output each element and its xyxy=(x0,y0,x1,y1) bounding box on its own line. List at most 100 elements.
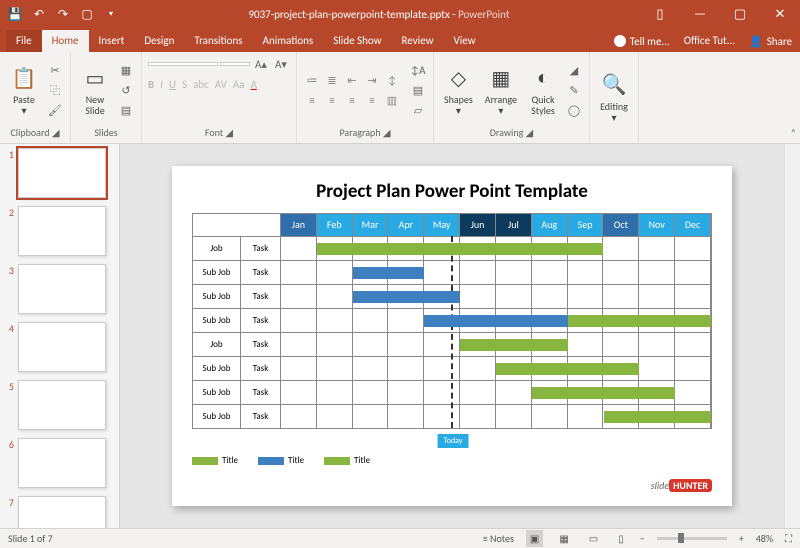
gantt-row: JobTask xyxy=(193,332,711,356)
spacing-button[interactable]: AV xyxy=(215,78,227,91)
reset-icon[interactable]: ↺ xyxy=(117,82,135,98)
arrange-button[interactable]: ▦ Arrange▾ xyxy=(481,62,521,118)
start-slideshow-icon[interactable]: ▢ xyxy=(80,7,94,21)
shadow-button[interactable]: abc xyxy=(193,78,209,91)
fit-window-icon[interactable]: ⛶ xyxy=(785,532,792,545)
cut-icon[interactable]: ✂ xyxy=(46,62,64,78)
font-color-button[interactable]: A xyxy=(251,78,257,91)
slide-thumbnail[interactable] xyxy=(18,148,106,198)
shape-effects-icon[interactable]: ◯ xyxy=(565,102,583,118)
brand-watermark: slideHUNTER xyxy=(651,479,712,492)
shape-outline-icon[interactable]: ✎ xyxy=(565,82,583,98)
month-header: Aug xyxy=(532,214,568,236)
gantt-bar xyxy=(496,363,639,375)
align-right-icon[interactable]: ≡ xyxy=(343,91,361,109)
indent-dec-icon[interactable]: ⇤ xyxy=(343,71,361,89)
thumb-number: 3 xyxy=(2,264,14,277)
qat-customize-icon[interactable]: ▾ xyxy=(104,7,118,21)
numbering-icon[interactable]: ≣ xyxy=(323,71,341,89)
tab-animations[interactable]: Animations xyxy=(253,30,324,52)
slide-thumbnail[interactable] xyxy=(18,380,106,430)
tell-me[interactable]: Tell me... xyxy=(614,35,670,48)
slide-thumbnail[interactable] xyxy=(18,496,106,528)
tab-review[interactable]: Review xyxy=(392,30,444,52)
shapes-button[interactable]: ◇ Shapes▾ xyxy=(440,62,477,118)
justify-icon[interactable]: ≡ xyxy=(363,91,381,109)
gantt-chart: JanFebMarAprMayJunJulAugSepOctNovDec Tod… xyxy=(192,213,712,429)
tab-design[interactable]: Design xyxy=(134,30,184,52)
slide-thumbnail[interactable] xyxy=(18,206,106,256)
zoom-level[interactable]: 48% xyxy=(756,532,773,545)
tab-file[interactable]: File xyxy=(6,30,42,52)
tab-insert[interactable]: Insert xyxy=(89,30,135,52)
font-family-select[interactable] xyxy=(148,62,218,66)
zoom-out-icon[interactable]: − xyxy=(640,532,645,545)
window-unknown-icon[interactable]: ▯ xyxy=(640,0,680,28)
slide-thumbnail[interactable] xyxy=(18,438,106,488)
paste-button[interactable]: 📋 Paste▾ xyxy=(6,62,42,118)
gantt-bar xyxy=(460,339,568,351)
bold-button[interactable]: B xyxy=(148,78,154,91)
underline-button[interactable]: U xyxy=(169,78,176,91)
decrease-font-icon[interactable]: A▾ xyxy=(272,56,290,72)
month-header: Dec xyxy=(675,214,711,236)
tab-slideshow[interactable]: Slide Show xyxy=(323,30,391,52)
slideshow-view-icon[interactable]: ▯ xyxy=(614,530,628,547)
tab-home[interactable]: Home xyxy=(42,30,89,52)
bullets-icon[interactable]: ≔ xyxy=(303,71,321,89)
copy-icon[interactable]: ⿻ xyxy=(46,82,64,98)
gantt-bar xyxy=(604,411,712,423)
case-button[interactable]: Aa xyxy=(233,78,245,91)
undo-icon[interactable]: ↶ xyxy=(32,7,46,21)
month-header: Oct xyxy=(603,214,639,236)
gantt-bar xyxy=(353,291,461,303)
slide-thumbnails: 1234567 xyxy=(0,144,120,528)
maximize-icon[interactable]: ▢ xyxy=(720,0,760,28)
font-size-select[interactable] xyxy=(220,62,250,66)
shape-fill-icon[interactable]: ◢ xyxy=(565,62,583,78)
text-direction-icon[interactable]: ↕A xyxy=(409,62,427,78)
notes-button[interactable]: ≡ Notes xyxy=(483,532,514,545)
new-slide-button[interactable]: ▭ New Slide xyxy=(77,62,113,118)
editing-button[interactable]: 🔍 Editing▾ xyxy=(596,69,632,125)
indent-inc-icon[interactable]: ⇥ xyxy=(363,71,381,89)
sorter-view-icon[interactable]: ▦ xyxy=(555,530,572,547)
line-spacing-icon[interactable]: ↕ xyxy=(383,71,401,89)
slide-thumbnail[interactable] xyxy=(18,264,106,314)
tab-transitions[interactable]: Transitions xyxy=(184,30,252,52)
window-title: 9037-project-plan-powerpoint-template.pp… xyxy=(118,8,640,21)
align-left-icon[interactable]: ≡ xyxy=(303,91,321,109)
slide-canvas[interactable]: Project Plan Power Point Template JanFeb… xyxy=(172,166,732,506)
tab-view[interactable]: View xyxy=(444,30,486,52)
strike-button[interactable]: S xyxy=(182,78,187,91)
smartart-icon[interactable]: ▱ xyxy=(409,102,427,118)
redo-icon[interactable]: ↷ xyxy=(56,7,70,21)
section-icon[interactable]: ▤ xyxy=(117,102,135,118)
thumb-number: 2 xyxy=(2,206,14,219)
vertical-scrollbar[interactable] xyxy=(784,144,800,528)
shapes-icon: ◇ xyxy=(444,64,472,92)
minimize-icon[interactable]: — xyxy=(680,0,720,28)
columns-icon[interactable]: ▥ xyxy=(383,91,401,109)
align-text-icon[interactable]: ▤ xyxy=(409,82,427,98)
layout-icon[interactable]: ▦ xyxy=(117,62,135,78)
italic-button[interactable]: I xyxy=(160,78,163,91)
quick-styles-button[interactable]: ◐ Quick Styles xyxy=(525,62,561,118)
save-icon[interactable]: 💾 xyxy=(8,7,22,21)
collapse-ribbon-icon[interactable]: ˄ xyxy=(791,126,796,139)
share-button[interactable]: 👤Share xyxy=(749,35,792,48)
normal-view-icon[interactable]: ▣ xyxy=(526,530,543,547)
slide-thumbnail[interactable] xyxy=(18,322,106,372)
office-addin[interactable]: Office Tut... xyxy=(674,30,745,52)
group-font: Font ◢ xyxy=(205,124,233,141)
zoom-slider[interactable] xyxy=(657,537,727,540)
increase-font-icon[interactable]: A▴ xyxy=(252,56,270,72)
find-icon: 🔍 xyxy=(600,71,628,99)
gantt-bar xyxy=(532,387,675,399)
zoom-in-icon[interactable]: + xyxy=(739,532,744,545)
format-painter-icon[interactable]: 🖌 xyxy=(46,102,64,118)
close-icon[interactable]: ✕ xyxy=(760,0,800,28)
reading-view-icon[interactable]: ▭ xyxy=(585,530,602,547)
clipboard-icon: 📋 xyxy=(10,64,38,92)
align-center-icon[interactable]: ≡ xyxy=(323,91,341,109)
